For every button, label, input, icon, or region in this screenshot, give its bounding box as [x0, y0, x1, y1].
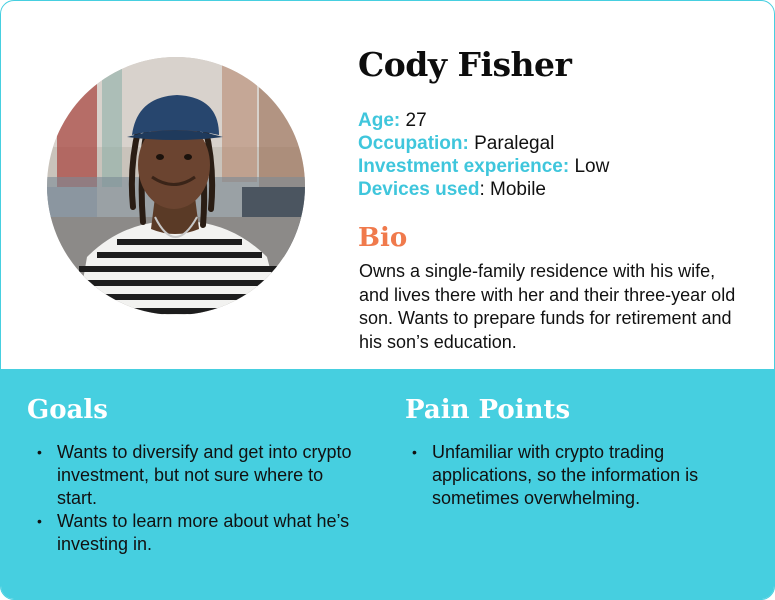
fact-age: Age: 27 — [358, 109, 609, 132]
fact-label: Age: — [358, 110, 401, 131]
pain-points-heading: Pain Points — [405, 395, 571, 425]
persona-name: Cody Fisher — [358, 45, 572, 84]
fact-investment-experience: Investment experience: Low — [358, 155, 609, 178]
goal-text: Wants to diversify and get into crypto i… — [57, 442, 352, 508]
list-item: • Wants to learn more about what he’s inv… — [37, 510, 367, 556]
fact-occupation: Occupation: Paralegal — [358, 132, 609, 155]
goals-pain-section: Goals • Wants to diversify and get into c… — [1, 369, 774, 599]
persona-card: Cody Fisher Age: 27 Occupation: Paralega… — [0, 0, 775, 600]
fact-label: Devices used — [358, 179, 480, 200]
fact-label: Investment experience: — [358, 156, 570, 177]
fact-value: Low — [569, 156, 610, 177]
persona-facts: Age: 27 Occupation: Paralegal Investment… — [358, 109, 609, 201]
goals-heading: Goals — [27, 395, 108, 425]
fact-value: Paralegal — [468, 133, 555, 154]
list-item: • Wants to diversify and get into crypto … — [37, 441, 367, 510]
bio-heading: Bio — [358, 223, 408, 253]
list-item: • Unfamiliar with crypto trading applicat… — [412, 441, 752, 510]
goals-list: • Wants to diversify and get into crypto … — [37, 441, 367, 556]
fact-value: 27 — [400, 110, 427, 131]
goal-text: Wants to learn more about what he’s inve… — [57, 511, 350, 554]
pain-point-text: Unfamiliar with crypto trading applicati… — [432, 442, 699, 508]
fact-value: : Mobile — [479, 179, 546, 200]
bullet-icon: • — [37, 513, 42, 529]
pain-points-list: • Unfamiliar with crypto trading applicat… — [412, 441, 752, 510]
fact-label: Occupation: — [358, 133, 469, 154]
bullet-icon: • — [412, 444, 417, 460]
bio-text: Owns a single-family residence with his … — [359, 261, 736, 352]
fact-devices-used: Devices used: Mobile — [358, 178, 609, 201]
bullet-icon: • — [37, 444, 42, 460]
profile-photo — [47, 57, 305, 315]
